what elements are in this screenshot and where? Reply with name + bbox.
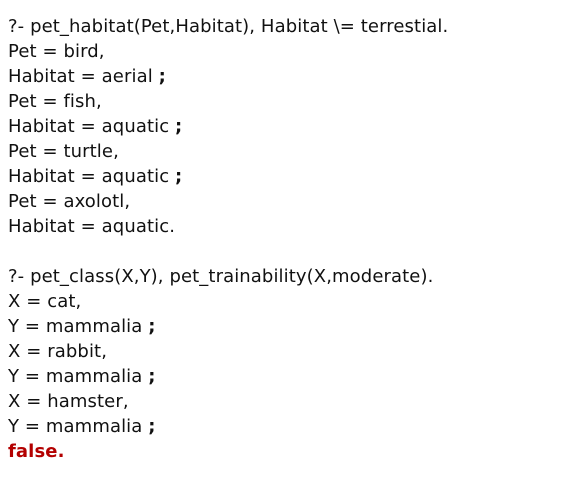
next-solution-separator: ;	[175, 166, 183, 187]
answer-binding-y: Y = mammalia ;	[8, 364, 573, 389]
answer-binding-pet: Pet = fish,	[8, 91, 102, 112]
answer-binding-pet: Pet = turtle,	[8, 141, 119, 162]
answer-binding-x: X = rabbit,	[8, 341, 108, 362]
answer-binding-habitat: Habitat = aquatic.	[8, 216, 176, 237]
binding-text: Y = mammalia	[8, 416, 143, 437]
next-solution-separator: ;	[148, 366, 156, 387]
answer-binding-habitat: Habitat = aquatic ;	[8, 164, 573, 189]
next-solution-separator: ;	[158, 66, 166, 87]
query-result-false: false.	[8, 441, 65, 462]
next-solution-separator: ;	[148, 316, 156, 337]
query-prompt: ?- pet_habitat(Pet,Habitat), Habitat \= …	[8, 16, 449, 37]
binding-text: Habitat = aquatic	[8, 166, 170, 187]
binding-text: Y = mammalia	[8, 316, 143, 337]
next-solution-separator: ;	[175, 116, 183, 137]
binding-text: Y = mammalia	[8, 366, 143, 387]
binding-text: Habitat = aerial	[8, 66, 153, 87]
binding-text: Habitat = aquatic	[8, 116, 170, 137]
query-prompt: ?- pet_class(X,Y), pet_trainability(X,mo…	[8, 266, 434, 287]
answer-binding-y: Y = mammalia ;	[8, 314, 573, 339]
answer-binding-habitat: Habitat = aquatic ;	[8, 114, 573, 139]
answer-binding-pet: Pet = bird,	[8, 41, 105, 62]
prolog-console-output: ?- pet_habitat(Pet,Habitat), Habitat \= …	[8, 14, 573, 464]
answer-binding-y: Y = mammalia ;	[8, 414, 573, 439]
next-solution-separator: ;	[148, 416, 156, 437]
answer-binding-pet: Pet = axolotl,	[8, 191, 131, 212]
answer-binding-x: X = cat,	[8, 291, 82, 312]
answer-binding-x: X = hamster,	[8, 391, 129, 412]
answer-binding-habitat: Habitat = aerial ;	[8, 64, 573, 89]
